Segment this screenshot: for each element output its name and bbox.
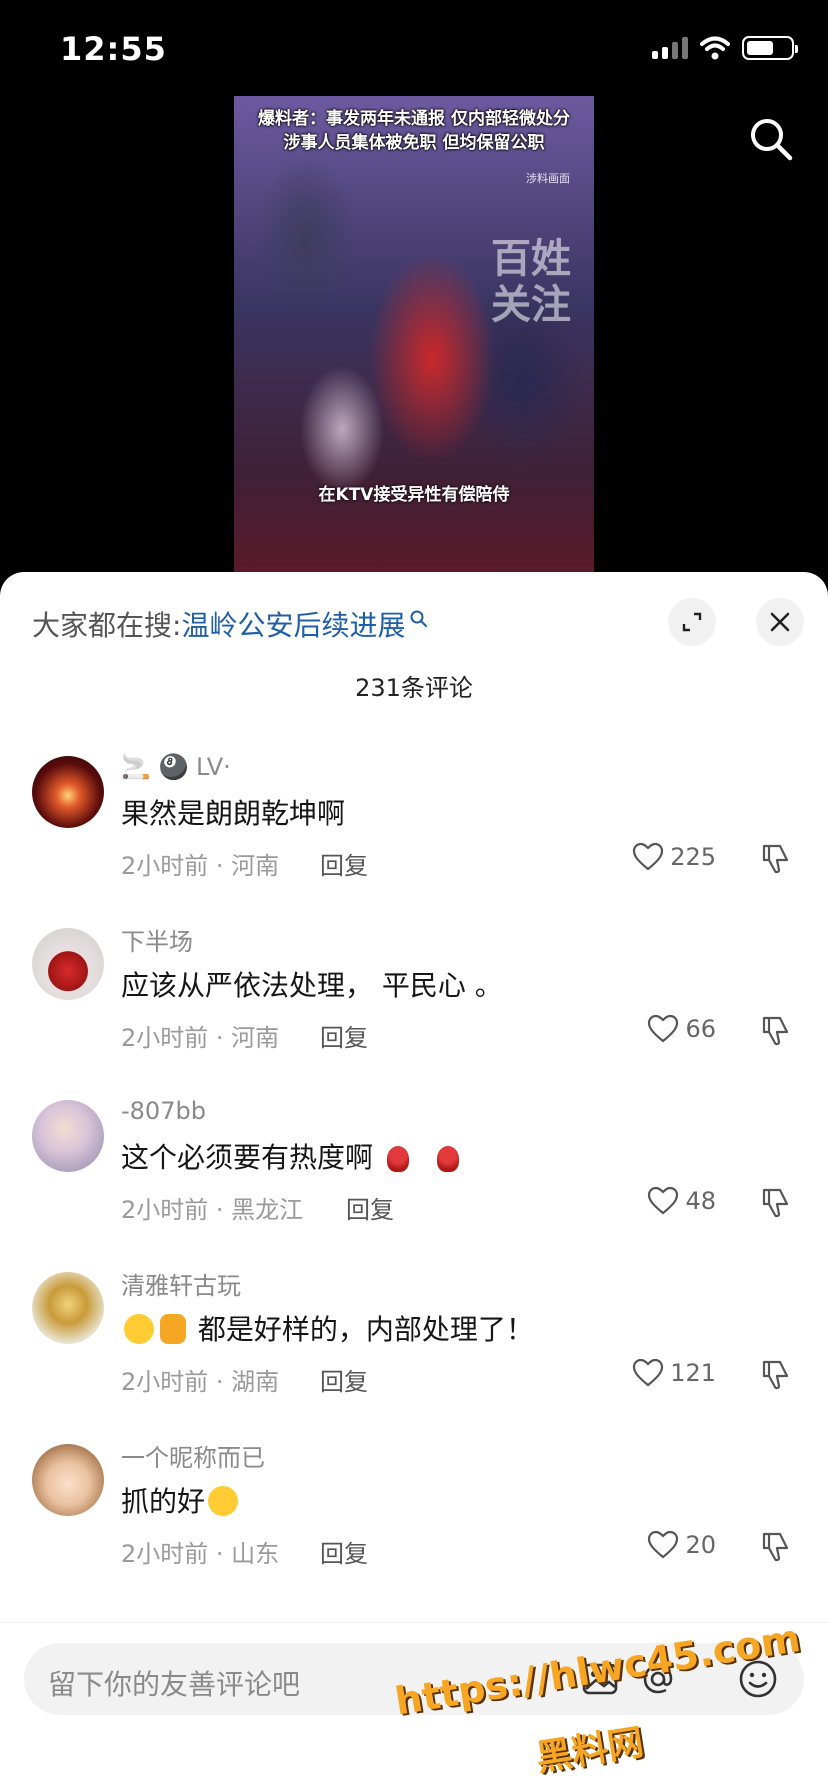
comments-sheet: 大家都在搜: 温岭公安后续进展 231条评论 🚬 🎱 LV· 果然是朗朗乾坤啊 … — [0, 572, 828, 1792]
video-caption-line1: 爆料者：事发两年未通报 仅内部轻微处分 — [258, 109, 570, 129]
like-button[interactable]: 66 — [647, 1014, 716, 1044]
reply-button[interactable]: 回复 — [320, 846, 368, 881]
dislike-icon[interactable] — [758, 1186, 792, 1220]
reply-button[interactable]: 回复 — [320, 1362, 368, 1397]
comment-item: 🚬 🎱 LV· 果然是朗朗乾坤啊 2小时前 · 河南 回复 225 — [0, 750, 828, 922]
grin-emoji-icon — [124, 1314, 154, 1344]
thumbs-up-emoji-icon — [160, 1314, 186, 1344]
battery-icon — [742, 36, 798, 60]
avatar[interactable] — [32, 756, 104, 828]
reply-button[interactable]: 回复 — [346, 1190, 394, 1225]
small-search-icon — [410, 610, 428, 627]
comment-item: 一个昵称而已 抓的好 2小时前 · 山东 回复 20 — [0, 1438, 828, 1610]
like-count: 48 — [685, 1187, 716, 1215]
like-count: 121 — [670, 1359, 716, 1387]
dislike-icon[interactable] — [758, 842, 792, 876]
like-button[interactable]: 225 — [632, 842, 716, 872]
search-icon[interactable] — [748, 116, 794, 162]
comment-username[interactable]: 清雅轩古玩 — [121, 1266, 241, 1300]
comment-time-location: 2小时前 · 湖南 — [121, 1368, 280, 1396]
like-button[interactable]: 121 — [632, 1358, 716, 1388]
reply-button[interactable]: 回复 — [320, 1534, 368, 1569]
close-icon — [770, 612, 790, 632]
dislike-icon[interactable] — [758, 1530, 792, 1564]
status-bar: 12:55 — [0, 0, 828, 96]
video-caption-line2: 涉事人员集体被免职 但均保留公职 — [283, 133, 545, 153]
avatar[interactable] — [32, 928, 104, 1000]
comment-input-placeholder: 留下你的友善评论吧 — [48, 1668, 301, 1701]
heart-icon — [648, 1530, 679, 1559]
comment-text: 这个必须要有热度啊 — [121, 1136, 473, 1176]
heart-icon — [648, 1186, 679, 1215]
like-count: 20 — [685, 1531, 716, 1559]
comment-time-location: 2小时前 · 山东 — [121, 1540, 280, 1568]
cellular-signal-icon — [652, 37, 688, 59]
video-watermark: 百姓关注 — [491, 236, 571, 328]
rose-emoji-icon — [387, 1146, 410, 1172]
dislike-icon[interactable] — [758, 1358, 792, 1392]
comment-list: 🚬 🎱 LV· 果然是朗朗乾坤啊 2小时前 · 河南 回复 225 下半场 应该… — [0, 750, 828, 1610]
comment-text-content: 这个必须要有热度啊 — [121, 1141, 374, 1174]
heart-icon — [633, 1358, 664, 1387]
avatar[interactable] — [32, 1272, 104, 1344]
status-time: 12:55 — [60, 30, 167, 68]
comment-username[interactable]: 一个昵称而已 — [121, 1438, 265, 1472]
wifi-icon — [700, 36, 730, 60]
expand-icon — [682, 612, 702, 632]
comment-time-location: 2小时前 · 河南 — [121, 852, 280, 880]
comment-item: 下半场 应该从严依法处理， 平民心 。 2小时前 · 河南 回复 66 — [0, 922, 828, 1094]
like-button[interactable]: 48 — [647, 1186, 716, 1216]
rose-emoji-icon — [437, 1146, 460, 1172]
heart-icon — [633, 842, 664, 871]
hot-search-prefix: 大家都在搜: — [32, 609, 182, 642]
like-button[interactable]: 20 — [647, 1530, 716, 1560]
comment-time-location: 2小时前 · 黑龙江 — [121, 1196, 304, 1224]
comment-text: 应该从严依法处理， 平民心 。 — [121, 969, 503, 1002]
expand-button[interactable] — [668, 598, 716, 646]
comment-count: 231条评论 — [355, 674, 473, 702]
video-subtitle: 在KTV接受异性有偿陪侍 — [318, 485, 510, 505]
avatar[interactable] — [32, 1100, 104, 1172]
comment-time-location: 2小时前 · 河南 — [121, 1024, 280, 1052]
comment-item: -807bb 这个必须要有热度啊 2小时前 · 黑龙江 回复 48 — [0, 1094, 828, 1266]
like-count: 66 — [685, 1015, 716, 1043]
crying-laughing-emoji-icon — [208, 1486, 239, 1516]
close-button[interactable] — [756, 598, 804, 646]
comment-text: 都是好样的，内部处理了！ — [121, 1308, 534, 1348]
system-icons — [652, 36, 798, 60]
like-count: 225 — [670, 843, 716, 871]
avatar[interactable] — [32, 1444, 104, 1516]
hot-search-keyword[interactable]: 温岭公安后续进展 — [181, 604, 405, 644]
comment-item: 清雅轩古玩 都是好样的，内部处理了！ 2小时前 · 湖南 回复 121 — [0, 1266, 828, 1438]
dislike-icon[interactable] — [758, 1014, 792, 1048]
heart-icon — [648, 1014, 679, 1043]
comment-text: 抓的好 — [121, 1480, 241, 1520]
reply-button[interactable]: 回复 — [320, 1018, 368, 1053]
comment-text-content: 都是好样的，内部处理了！ — [197, 1313, 534, 1346]
video-player[interactable]: 爆料者：事发两年未通报 仅内部轻微处分 涉事人员集体被免职 但均保留公职 涉料画… — [234, 96, 594, 572]
comment-username[interactable]: 🚬 🎱 LV· — [121, 750, 231, 784]
comment-username[interactable]: -807bb — [121, 1094, 206, 1128]
comment-text: 果然是朗朗乾坤啊 — [121, 797, 346, 830]
comment-text-content: 抓的好 — [121, 1485, 206, 1518]
hot-search-bar[interactable]: 大家都在搜: 温岭公安后续进展 — [32, 604, 429, 644]
comment-username[interactable]: 下半场 — [121, 922, 193, 956]
video-source-tag: 涉料画面 — [526, 172, 570, 185]
